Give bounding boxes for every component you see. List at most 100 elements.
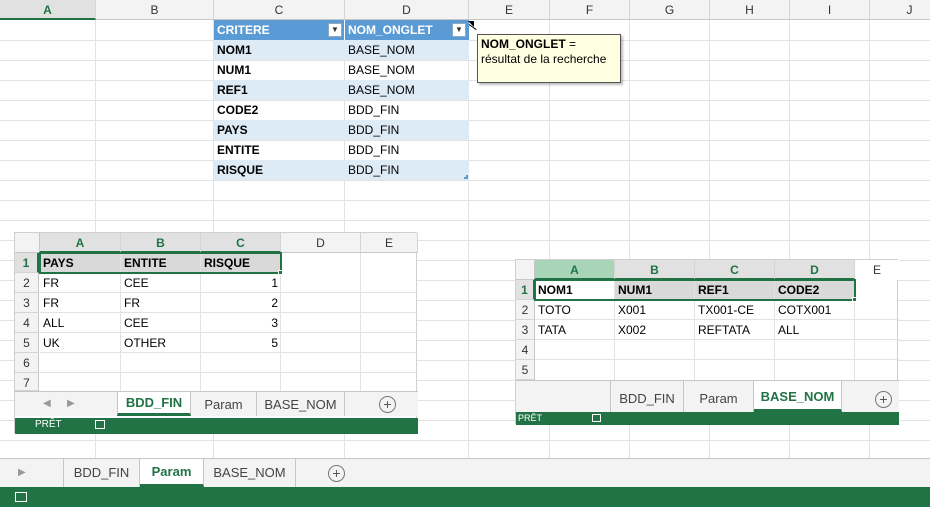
column-header-i[interactable]: I [790, 0, 870, 20]
tab-base-nom[interactable]: BASE_NOM [204, 459, 296, 487]
table-cell[interactable]: NUM1 [214, 60, 345, 80]
macro-record-icon[interactable] [15, 492, 27, 502]
select-all-corner[interactable] [516, 260, 535, 280]
add-sheet-icon[interactable]: + [328, 465, 345, 482]
table-header-nom-onglet[interactable]: NOM_ONGLET [345, 20, 469, 40]
table-cell[interactable]: BDD_FIN [345, 100, 469, 120]
table-cell[interactable]: REFTATA [695, 320, 774, 340]
add-sheet-icon[interactable]: + [875, 391, 892, 408]
table-cell[interactable]: CODE2 [775, 280, 854, 300]
table-cell[interactable]: PAYS [40, 253, 120, 273]
row-header-3[interactable]: 3 [516, 320, 535, 340]
table-cell[interactable]: BDD_FIN [345, 120, 469, 140]
table-cell[interactable]: ALL [40, 313, 120, 333]
table-cell[interactable]: ALL [775, 320, 854, 340]
tab-param[interactable]: Param [684, 381, 754, 412]
cell-comment[interactable]: NOM_ONGLET = résultat de la recherche [477, 34, 621, 83]
table-cell[interactable]: NUM1 [615, 280, 694, 300]
table-cell[interactable]: NOM1 [535, 280, 614, 300]
column-header-e[interactable]: E [469, 0, 550, 20]
column-header-d[interactable]: D [775, 260, 855, 280]
tab-bdd-fin[interactable]: BDD_FIN [610, 381, 684, 412]
column-header-c[interactable]: C [695, 260, 775, 280]
column-header-e[interactable]: E [361, 233, 418, 253]
table-cell[interactable]: FR [40, 273, 120, 293]
select-all-corner[interactable] [15, 233, 40, 253]
table-cell[interactable]: TATA [535, 320, 614, 340]
table-cell[interactable]: RISQUE [201, 253, 280, 273]
table-cell[interactable]: TX001-CE [695, 300, 774, 320]
table-cell[interactable]: BDD_FIN [345, 140, 469, 160]
tab-param[interactable]: Param [191, 392, 257, 416]
table-cell[interactable]: REF1 [695, 280, 774, 300]
row-header-5[interactable]: 5 [516, 360, 535, 380]
table-cell[interactable]: ENTITE [121, 253, 200, 273]
column-header-j[interactable]: J [870, 0, 930, 20]
row-header-7[interactable]: 7 [15, 373, 39, 391]
column-header-b[interactable]: B [96, 0, 214, 20]
scroll-right-icon[interactable]: ▶ [67, 398, 75, 409]
column-header-g[interactable]: G [630, 0, 710, 20]
tab-bdd-fin[interactable]: BDD_FIN [117, 392, 191, 416]
macro-record-icon[interactable] [592, 414, 601, 422]
filter-dropdown-icon[interactable]: ▼ [452, 23, 466, 37]
column-header-b[interactable]: B [121, 233, 201, 253]
table-cell[interactable]: TOTO [535, 300, 614, 320]
scroll-left-icon[interactable]: ◀ [43, 398, 51, 409]
table-cell[interactable]: BDD_FIN [345, 160, 469, 180]
table-cell[interactable]: X002 [615, 320, 694, 340]
row-header-6[interactable]: 6 [15, 353, 39, 373]
row-header-1[interactable]: 1 [15, 253, 39, 273]
table-cell[interactable]: RISQUE [214, 160, 345, 180]
column-header-h[interactable]: H [710, 0, 790, 20]
column-header-e[interactable]: E [855, 260, 899, 280]
filter-dropdown-icon[interactable]: ▼ [328, 23, 342, 37]
table-cell[interactable]: CODE2 [214, 100, 345, 120]
table-cell[interactable]: UK [40, 333, 120, 353]
row-header-4[interactable]: 4 [15, 313, 39, 333]
table-cell[interactable]: 2 [201, 293, 278, 313]
macro-record-icon[interactable] [95, 420, 105, 429]
column-header-c[interactable]: C [214, 0, 345, 20]
tab-base-nom[interactable]: BASE_NOM [257, 392, 345, 416]
table-cell[interactable]: BASE_NOM [345, 60, 469, 80]
column-header-a[interactable]: A [40, 233, 121, 253]
tab-bdd-fin[interactable]: BDD_FIN [63, 459, 140, 487]
table-cell[interactable]: BASE_NOM [345, 80, 469, 100]
tab-param[interactable]: Param [140, 459, 204, 487]
table-cell[interactable]: FR [40, 293, 120, 313]
table-cell[interactable]: CEE [121, 273, 200, 293]
column-header-b[interactable]: B [615, 260, 695, 280]
table-cell[interactable]: X001 [615, 300, 694, 320]
table-cell[interactable]: ENTITE [214, 140, 345, 160]
table-cell[interactable]: OTHER [121, 333, 200, 353]
table-cell[interactable]: CEE [121, 313, 200, 333]
row-header-5[interactable]: 5 [15, 333, 39, 353]
table-cell[interactable]: 3 [201, 313, 278, 333]
row-header-4[interactable]: 4 [516, 340, 535, 360]
scroll-right-icon[interactable]: ▶ [18, 467, 26, 478]
column-header-a[interactable]: A [535, 260, 615, 280]
column-header-f[interactable]: F [550, 0, 630, 20]
row-header-1[interactable]: 1 [516, 280, 535, 300]
table-resize-handle[interactable] [464, 175, 468, 179]
table-cell[interactable]: 1 [201, 273, 278, 293]
table-cell[interactable]: REF1 [214, 80, 345, 100]
table-cell[interactable]: BASE_NOM [345, 40, 469, 60]
column-header-c[interactable]: C [201, 233, 281, 253]
row-header-2[interactable]: 2 [516, 300, 535, 320]
table-cell[interactable]: FR [121, 293, 200, 313]
row-header-3[interactable]: 3 [15, 293, 39, 313]
tab-base-nom[interactable]: BASE_NOM [754, 381, 842, 412]
table-cell[interactable]: NOM1 [214, 40, 345, 60]
table-cell[interactable]: PAYS [214, 120, 345, 140]
table-header-critere[interactable]: CRITERE [214, 20, 345, 40]
fill-handle[interactable] [278, 270, 283, 275]
table-cell[interactable]: COTX001 [775, 300, 854, 320]
table-cell[interactable]: 5 [201, 333, 278, 353]
column-header-d[interactable]: D [281, 233, 361, 253]
add-sheet-icon[interactable]: + [379, 396, 396, 413]
column-header-d[interactable]: D [345, 0, 469, 20]
column-header-a[interactable]: A [0, 0, 96, 20]
row-header-2[interactable]: 2 [15, 273, 39, 293]
